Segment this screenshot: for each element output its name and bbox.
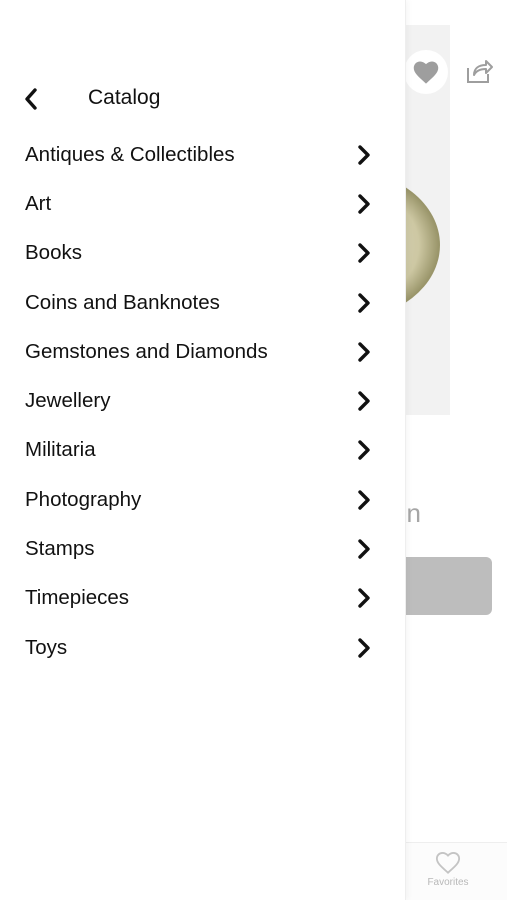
share-button[interactable] (464, 56, 494, 86)
chevron-right-icon (354, 243, 374, 263)
favorite-button[interactable] (404, 50, 448, 94)
menu-item-label: Antiques & Collectibles (25, 142, 235, 166)
menu-item[interactable]: Toys (0, 623, 405, 672)
chevron-right-icon (354, 539, 374, 559)
menu-item[interactable]: Photography (0, 475, 405, 524)
catalog-drawer: Catalog Antiques & Collectibles Art Book… (0, 0, 406, 900)
menu-item[interactable]: Stamps (0, 524, 405, 573)
menu-item[interactable]: Books (0, 229, 405, 278)
menu-item-label: Gemstones and Diamonds (25, 339, 268, 363)
menu-item[interactable]: Jewellery (0, 376, 405, 425)
screen: on Favorites Catalog Antiques & Collecti… (0, 0, 507, 900)
heart-outline-icon (435, 852, 461, 874)
menu-item-label: Toys (25, 635, 68, 659)
menu-item[interactable]: Militaria (0, 426, 405, 475)
menu-item[interactable]: Art (0, 179, 405, 228)
menu-item-label: Militaria (25, 438, 96, 462)
chevron-right-icon (354, 440, 374, 461)
drawer-header: Catalog (0, 76, 405, 122)
tab-favorites[interactable]: Favorites (420, 850, 476, 894)
menu-item[interactable]: Gemstones and Diamonds (0, 327, 405, 376)
share-icon (467, 60, 493, 83)
menu-item[interactable]: Timepieces (0, 574, 405, 623)
menu-item-label: Jewellery (25, 389, 111, 413)
catalog-category-list: Antiques & Collectibles Art Books Coins … (0, 130, 405, 672)
chevron-right-icon (354, 637, 374, 658)
chevron-right-icon (354, 490, 374, 510)
menu-item-label: Art (25, 191, 52, 215)
menu-item-label: Books (25, 241, 82, 265)
heart-icon (413, 61, 439, 84)
menu-item[interactable]: Antiques & Collectibles (0, 130, 405, 179)
chevron-left-icon (25, 88, 37, 110)
chevron-right-icon (354, 292, 374, 313)
menu-item-label: Coins and Banknotes (25, 290, 220, 314)
tab-favorites-label: Favorites (427, 877, 469, 888)
chevron-right-icon (354, 194, 374, 214)
menu-item-label: Photography (25, 487, 142, 511)
back-button[interactable] (16, 84, 46, 114)
menu-item[interactable]: Coins and Banknotes (0, 278, 405, 327)
chevron-right-icon (354, 144, 374, 165)
menu-item-label: Timepieces (25, 586, 130, 610)
chevron-right-icon (354, 588, 374, 609)
chevron-right-icon (354, 342, 374, 362)
menu-item-label: Stamps (25, 537, 95, 561)
drawer-title: Catalog (88, 86, 161, 109)
chevron-right-icon (354, 391, 374, 411)
